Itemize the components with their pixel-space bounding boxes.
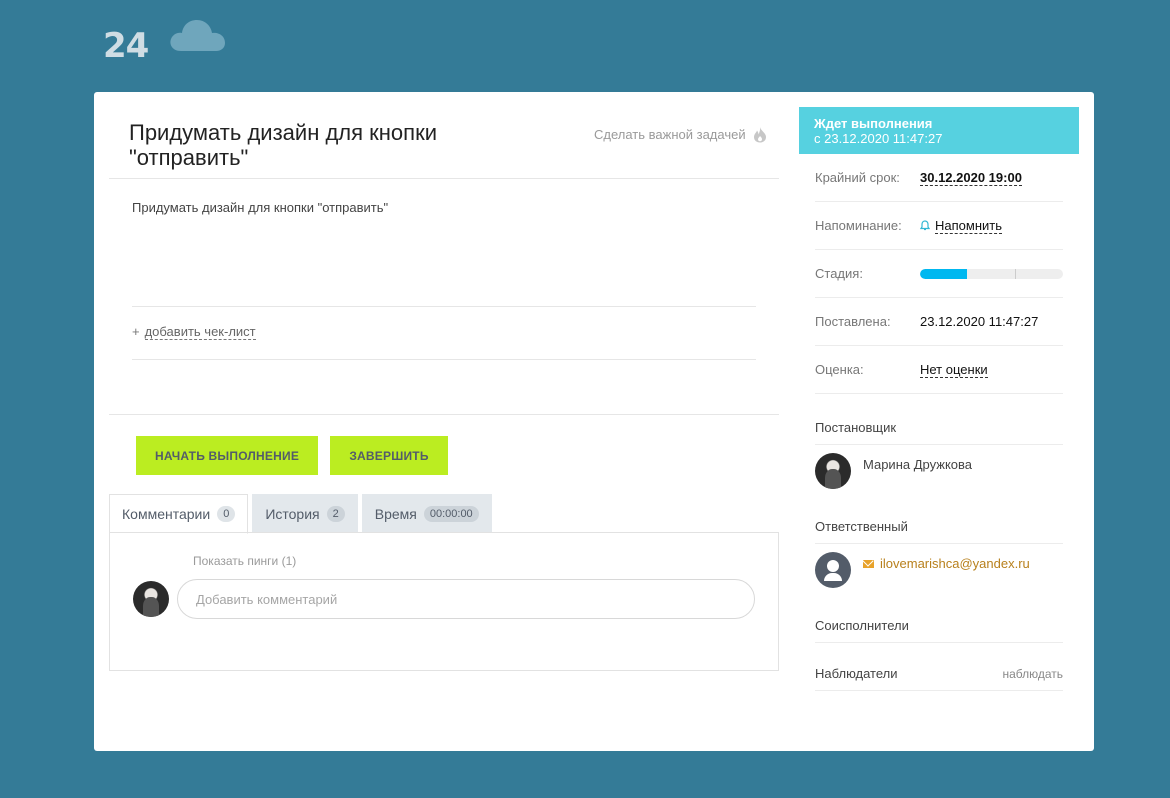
start-task-button[interactable]: НАЧАТЬ ВЫПОЛНЕНИЕ: [136, 436, 318, 475]
deadline-value[interactable]: 30.12.2020 19:00: [920, 170, 1022, 186]
tab-time-label: Время: [374, 505, 417, 522]
tabs-bar: Комментарии 0 История 2 Время 00:00:00: [109, 494, 492, 534]
make-important-button[interactable]: Сделать важной задачей: [594, 126, 767, 143]
status-banner: Ждет выполнения с 23.12.2020 11:47:27: [799, 107, 1079, 154]
responsible-section: Ответственный: [815, 519, 1063, 544]
desc-divider: [132, 306, 756, 307]
responsible-email: ilovemarishca@yandex.ru: [880, 556, 1030, 571]
avatar: [133, 581, 169, 617]
bell-icon: [920, 220, 930, 231]
rating-label: Оценка:: [815, 362, 864, 377]
cloud-icon: [170, 20, 225, 51]
observers-heading: Наблюдатели: [815, 666, 898, 681]
created-label: Поставлена:: [815, 314, 891, 329]
avatar: [815, 552, 851, 588]
tab-comments-label: Комментарии: [122, 506, 211, 522]
show-pings-link[interactable]: Показать пинги (1): [193, 554, 296, 568]
creator-name[interactable]: Марина Дружкова: [863, 457, 972, 472]
rating-value[interactable]: Нет оценки: [920, 362, 988, 378]
reminder-button[interactable]: Напомнить: [920, 218, 1002, 234]
add-checklist-link[interactable]: + добавить чек-лист: [132, 324, 256, 340]
comments-panel: Показать пинги (1): [109, 532, 779, 671]
created-value: 23.12.2020 11:47:27: [920, 314, 1039, 329]
coexecutors-section: Соисполнители: [815, 618, 1063, 643]
bitrix24-logo[interactable]: 24: [103, 20, 225, 66]
tab-comments-count: 0: [217, 506, 236, 522]
avatar: [815, 453, 851, 489]
coexecutors-heading: Соисполнители: [815, 618, 909, 633]
mail-icon: [863, 559, 874, 568]
logo-text: 24: [103, 26, 149, 66]
title-divider: [109, 178, 779, 179]
add-checklist-label: добавить чек-лист: [144, 324, 256, 340]
reminder-label: Напоминание:: [815, 218, 902, 233]
observers-section: Наблюдатели наблюдать: [815, 666, 1063, 691]
tab-history-label: История: [265, 505, 320, 522]
reminder-row: Напоминание: Напомнить: [815, 202, 1063, 250]
tab-history[interactable]: История 2: [252, 494, 358, 533]
created-row: Поставлена: 23.12.2020 11:47:27: [815, 298, 1063, 346]
deadline-date: 30.12.2020 19:00: [920, 169, 1022, 186]
rating-text: Нет оценки: [920, 361, 988, 378]
reminder-label-text: Напомнить: [935, 217, 1002, 234]
stage-row: Стадия:: [815, 250, 1063, 298]
deadline-row: Крайний срок: 30.12.2020 19:00: [815, 154, 1063, 202]
checklist-divider: [132, 359, 756, 360]
task-title: Придумать дизайн для кнопки "отправить": [129, 120, 437, 170]
deadline-label: Крайний срок:: [815, 170, 900, 185]
stage-separator: [1015, 268, 1016, 279]
comment-input[interactable]: [177, 579, 755, 619]
tab-time[interactable]: Время 00:00:00: [361, 494, 492, 533]
tab-history-count: 2: [326, 505, 345, 522]
rating-row: Оценка: Нет оценки: [815, 346, 1063, 394]
creator-section: Постановщик: [815, 420, 1063, 445]
stage-progress-bar[interactable]: [920, 268, 1063, 279]
status-text: Ждет выполнения: [814, 116, 933, 131]
tab-comments[interactable]: Комментарии 0: [109, 494, 249, 534]
status-since: с 23.12.2020 11:47:27: [814, 131, 943, 146]
responsible-email-link[interactable]: ilovemarishca@yandex.ru: [863, 556, 1030, 571]
stage-progress-fill: [920, 268, 968, 279]
tab-time-count: 00:00:00: [423, 505, 479, 522]
task-description: Придумать дизайн для кнопки "отправить": [132, 200, 389, 215]
observe-link[interactable]: наблюдать: [1002, 667, 1063, 681]
actions-divider: [109, 414, 779, 415]
task-card: Придумать дизайн для кнопки "отправить" …: [94, 92, 1094, 751]
responsible-person[interactable]: ilovemarishca@yandex.ru: [815, 552, 1030, 588]
stage-label: Стадия:: [815, 266, 863, 281]
make-important-label: Сделать важной задачей: [594, 127, 746, 142]
creator-heading: Постановщик: [815, 420, 897, 435]
finish-task-button[interactable]: ЗАВЕРШИТЬ: [330, 436, 448, 475]
creator-person[interactable]: Марина Дружкова: [815, 453, 972, 489]
plus-icon: +: [132, 324, 140, 339]
responsible-heading: Ответственный: [815, 519, 908, 534]
flame-icon: [753, 127, 766, 143]
